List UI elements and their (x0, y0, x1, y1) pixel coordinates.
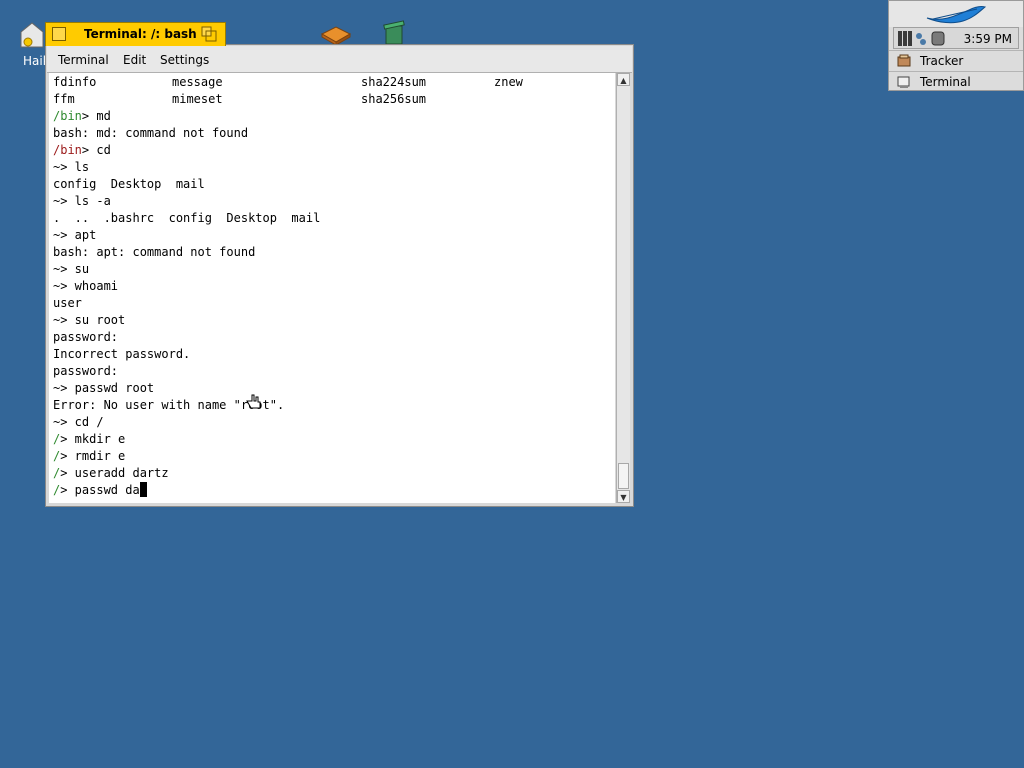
ls-entry: fdinfo (53, 75, 97, 89)
terminal-line-text: > md (81, 109, 111, 123)
terminal-line-text: bash: md: command not found (53, 126, 249, 140)
terminal-line-text: > useradd dartz (60, 466, 169, 480)
leaf-menu[interactable] (889, 1, 1023, 27)
terminal-line: password: (53, 363, 118, 380)
ls-entry: mimeset (172, 92, 223, 106)
terminal-line-text: ~> ls (53, 160, 90, 174)
terminal-line-text: ~> su root (53, 313, 126, 327)
terminal-line-text: . .. .bashrc config Desktop mail (53, 211, 321, 225)
terminal-line-text: > rmdir e (60, 449, 126, 463)
prompt-path: /bin (53, 143, 82, 157)
terminal-line: user (53, 295, 82, 312)
home-icon[interactable] (18, 20, 46, 54)
terminal-line-text: > cd (81, 143, 111, 157)
terminal-line-text: ~> cd / (53, 415, 104, 429)
terminal-line: /> mkdir e (53, 431, 125, 448)
terminal-line-text: password: (53, 364, 119, 378)
terminal-line: ~> whoami (53, 278, 118, 295)
terminal-line-text: ~> apt (53, 228, 97, 242)
close-button[interactable] (52, 27, 66, 41)
ls-entry: sha256sum (361, 92, 427, 106)
terminal-line-text: Incorrect password. (53, 347, 191, 361)
terminal-line: /> rmdir e (53, 448, 125, 465)
deskbar-app-label: Tracker (920, 54, 964, 68)
window-title: Terminal: /: bash (84, 27, 197, 41)
terminal-line: ~> apt (53, 227, 96, 244)
ls-entry: message (172, 75, 223, 89)
menu-bar: Terminal Edit Settings (47, 46, 632, 73)
terminal-line-text: password: (53, 330, 119, 344)
scroll-up-arrow-icon[interactable]: ▲ (617, 73, 630, 86)
terminal-line: bash: md: command not found (53, 125, 248, 142)
tracker-icon (897, 54, 911, 67)
terminal-line: ~> passwd root (53, 380, 154, 397)
deskbar-app-tracker[interactable]: Tracker (889, 50, 1023, 71)
ls-entry: znew (494, 75, 523, 89)
terminal-line: /bin> cd (53, 142, 111, 159)
terminal-line-text: > passwd da (60, 483, 140, 497)
deskbar-app-terminal[interactable]: Terminal (889, 71, 1023, 92)
terminal-line-text: ~> su (53, 262, 90, 276)
terminal-line-text: ~> whoami (53, 279, 119, 293)
menu-edit[interactable]: Edit (123, 53, 146, 67)
menu-settings[interactable]: Settings (160, 53, 209, 67)
terminal-output[interactable]: fdinfo message sha224sum znew ffm mimese… (49, 73, 615, 503)
terminal-line-text: user (53, 296, 82, 310)
haiku-leaf-icon (926, 6, 987, 24)
terminal-line: Incorrect password. (53, 346, 190, 363)
deskbar: 3:59 PM Tracker Terminal (888, 0, 1024, 91)
terminal-line-text: ~> ls -a (53, 194, 111, 208)
terminal-line: /> passwd da (53, 482, 147, 499)
terminal-line-text: config Desktop mail (53, 177, 205, 191)
terminal-line: ~> ls -a (53, 193, 111, 210)
zoom-button[interactable] (201, 26, 217, 42)
scroll-down-arrow-icon[interactable]: ▼ (617, 490, 630, 503)
terminal-line: password: (53, 329, 118, 346)
terminal-line: /bin> md (53, 108, 111, 125)
clock[interactable]: 3:59 PM (964, 32, 1012, 46)
menu-terminal[interactable]: Terminal (58, 53, 109, 67)
tray-icons (898, 31, 945, 46)
terminal-window: Terminal Edit Settings fdinfo message sh… (45, 44, 634, 507)
vertical-scrollbar[interactable]: ▲ ▼ (616, 73, 630, 503)
ls-entry: ffm (53, 92, 75, 106)
terminal-line: bash: apt: command not found (53, 244, 255, 261)
terminal-line: ~> su (53, 261, 89, 278)
terminal-line: ~> su root (53, 312, 125, 329)
terminal-line: . .. .bashrc config Desktop mail (53, 210, 320, 227)
terminal-line: /> useradd dartz (53, 465, 169, 482)
terminal-line: ~> ls (53, 159, 89, 176)
prompt-path: /bin (53, 109, 82, 123)
deskbar-app-label: Terminal (920, 75, 971, 89)
text-cursor (139, 482, 147, 497)
scroll-thumb[interactable] (618, 463, 629, 489)
terminal-line: ~> cd / (53, 414, 104, 431)
terminal-line-text: > mkdir e (60, 432, 126, 446)
terminal-line-text: bash: apt: command not found (53, 245, 256, 259)
terminal-line: config Desktop mail (53, 176, 205, 193)
terminal-line-text: ~> passwd root (53, 381, 155, 395)
window-tab[interactable]: Terminal: /: bash (45, 22, 226, 46)
hand-cursor-icon (245, 393, 263, 415)
ls-entry: sha224sum (361, 75, 427, 89)
terminal-icon (897, 76, 910, 88)
system-tray: 3:59 PM (893, 27, 1019, 49)
